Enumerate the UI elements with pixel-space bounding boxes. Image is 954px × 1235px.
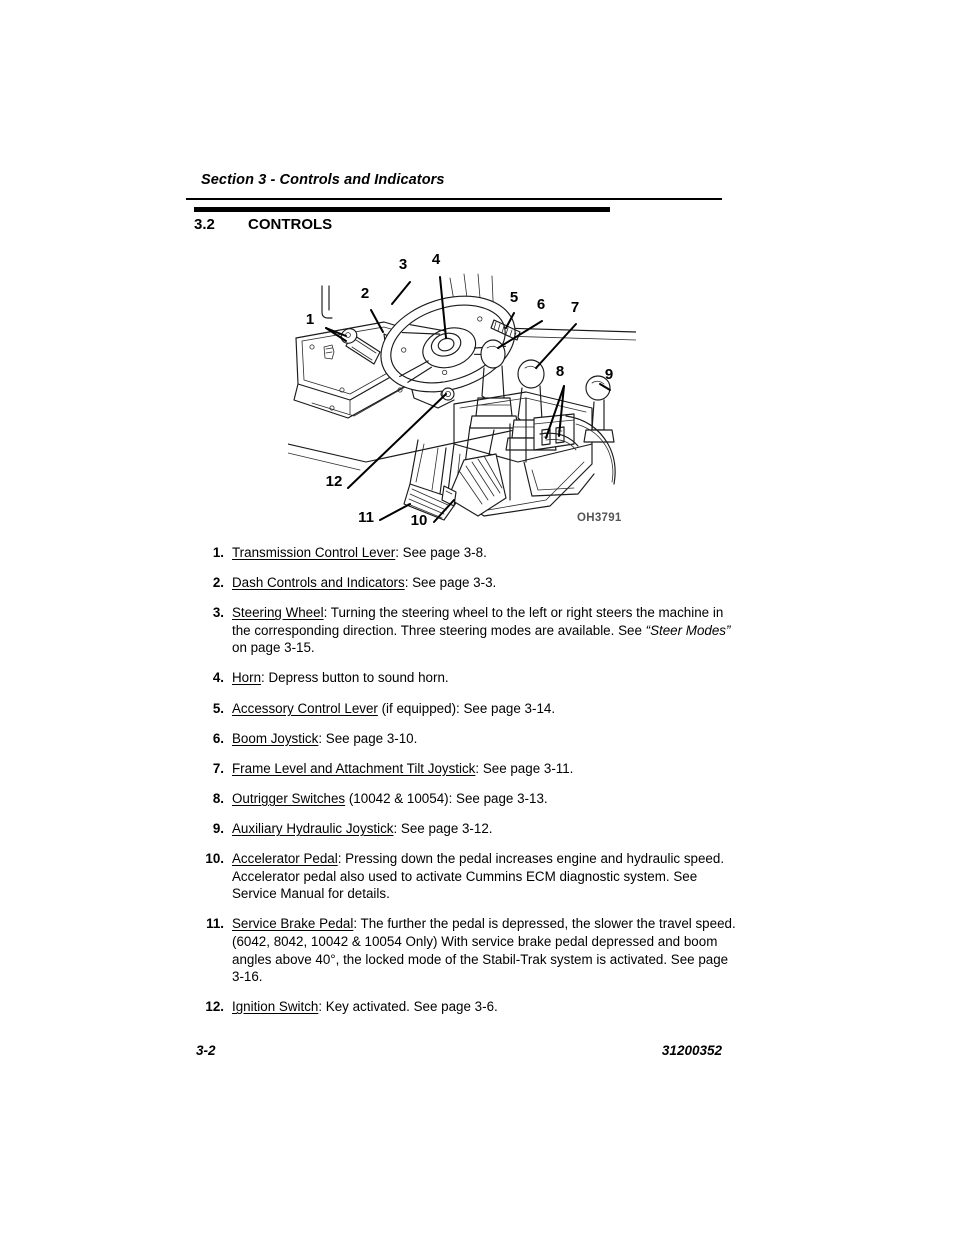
control-term: Boom Joystick	[232, 730, 319, 746]
list-marker: 12.	[205, 999, 224, 1015]
control-term: Auxiliary Hydraulic Joystick	[232, 820, 394, 836]
footer-page-number: 3-2	[196, 1043, 216, 1058]
operator-cab-controls-illustration: 1 2 3 4 5 6 7 8 9 10 11 12	[288, 248, 636, 540]
list-item-text: Dash Controls and Indicators: See page 3…	[232, 574, 736, 592]
list-item: 1. Transmission Control Lever: See page …	[196, 544, 736, 562]
control-description: : Depress button to sound horn.	[261, 670, 449, 686]
callout-11: 11	[358, 509, 374, 526]
list-item: 8. Outrigger Switches (10042 & 10054): S…	[196, 790, 736, 808]
control-description: : See page 3-12.	[393, 820, 493, 836]
list-item: 11. Service Brake Pedal: The further the…	[196, 915, 736, 985]
control-description: : Key activated. See page 3-6.	[318, 999, 498, 1015]
callout-9: 9	[605, 366, 613, 383]
control-description: : The further the pedal is depressed, th…	[353, 916, 736, 932]
control-paragraph-extra: Accelerator pedal also used to activate …	[232, 868, 698, 902]
control-term: Accessory Control Lever	[232, 700, 378, 716]
control-term: Dash Controls and Indicators	[232, 575, 405, 591]
callout-1: 1	[306, 311, 314, 328]
callout-5: 5	[510, 289, 518, 306]
list-item-text: Boom Joystick: See page 3-10.	[232, 730, 736, 748]
control-reference-tail: on page 3-15.	[232, 640, 315, 656]
control-term: Transmission Control Lever	[232, 545, 396, 560]
list-marker: 8.	[212, 790, 224, 806]
control-term: Horn	[232, 670, 262, 686]
figure-id-label: OH3791	[577, 512, 622, 524]
callout-12: 12	[326, 473, 343, 490]
control-term: Outrigger Switches	[232, 790, 346, 806]
list-item: 6. Boom Joystick: See page 3-10.	[196, 730, 736, 748]
list-marker: 2.	[212, 575, 224, 591]
section-heading: 3.2 CONTROLS	[194, 216, 332, 233]
list-item: 3. Steering Wheel: Turning the steering …	[196, 604, 736, 657]
controls-list: 1. Transmission Control Lever: See page …	[196, 544, 736, 1028]
control-term: Service Brake Pedal	[232, 916, 354, 932]
list-marker: 11.	[206, 916, 224, 932]
list-item-text: Outrigger Switches (10042 & 10054): See …	[232, 790, 736, 808]
control-description: : Pressing down the pedal increases engi…	[337, 851, 725, 867]
callout-7: 7	[571, 299, 579, 316]
callout-3: 3	[399, 256, 407, 273]
control-paragraph: Service Brake Pedal: The further the ped…	[232, 915, 736, 933]
control-description: (10042 & 10054): See page 3-13.	[345, 790, 548, 806]
footer-document-number: 31200352	[661, 1043, 722, 1058]
list-item-text: Transmission Control Lever: See page 3-8…	[232, 544, 736, 562]
callout-4: 4	[432, 251, 441, 268]
header-rule-thin	[186, 198, 722, 200]
list-item-text: Auxiliary Hydraulic Joystick: See page 3…	[232, 820, 736, 838]
control-term: Steering Wheel	[232, 605, 324, 621]
list-item-text: Accessory Control Lever (if equipped): S…	[232, 700, 736, 718]
section-number: 3.2	[194, 216, 215, 233]
callout-6: 6	[537, 296, 545, 313]
list-marker: 7.	[212, 760, 224, 776]
list-item-text: Frame Level and Attachment Tilt Joystick…	[232, 760, 736, 778]
list-marker: 4.	[212, 670, 224, 686]
control-term: Ignition Switch	[232, 999, 319, 1015]
callout-10: 10	[411, 512, 428, 529]
control-description: : See page 3-8.	[395, 545, 487, 560]
control-paragraph: Accelerator Pedal: Pressing down the ped…	[232, 850, 736, 868]
list-item: 5. Accessory Control Lever (if equipped)…	[196, 700, 736, 718]
list-item: 2. Dash Controls and Indicators: See pag…	[196, 574, 736, 592]
control-description: : See page 3-3.	[404, 575, 497, 591]
control-description: (if equipped): See page 3-14.	[377, 700, 556, 716]
list-item: 4. Horn: Depress button to sound horn.	[196, 669, 736, 687]
list-marker: 6.	[212, 730, 224, 746]
control-description: : See page 3-10.	[318, 730, 418, 746]
control-paragraph-extra: (6042, 8042, 10042 & 10054 Only) With se…	[232, 933, 729, 985]
list-item: 10. Accelerator Pedal: Pressing down the…	[196, 850, 736, 903]
callout-2: 2	[361, 285, 369, 302]
running-header-title: Section 3 - Controls and Indicators	[201, 172, 445, 188]
control-term: Accelerator Pedal	[232, 851, 338, 867]
list-marker: 9.	[212, 820, 224, 836]
list-item-text: Steering Wheel: Turning the steering whe…	[232, 604, 736, 657]
list-item-text: Accelerator Pedal: Pressing down the ped…	[232, 850, 736, 903]
section-title: CONTROLS	[248, 216, 333, 233]
list-item-text: Service Brake Pedal: The further the ped…	[232, 915, 736, 985]
control-reference-title: “Steer Modes”	[645, 622, 731, 638]
list-item: 12. Ignition Switch: Key activated. See …	[196, 998, 736, 1016]
list-marker: 3.	[212, 605, 224, 621]
callout-8: 8	[556, 363, 564, 380]
control-description: : See page 3-11.	[475, 760, 574, 776]
list-item-text: Horn: Depress button to sound horn.	[232, 669, 736, 687]
list-marker: 5.	[212, 700, 224, 716]
header-rule-thick	[194, 207, 610, 212]
list-marker: 10.	[205, 851, 224, 867]
list-marker: 1.	[212, 545, 224, 560]
list-item-text: Ignition Switch: Key activated. See page…	[232, 998, 736, 1016]
list-item: 7. Frame Level and Attachment Tilt Joyst…	[196, 760, 736, 778]
manual-page: Section 3 - Controls and Indicators 3.2 C…	[0, 0, 954, 1235]
list-item: 9. Auxiliary Hydraulic Joystick: See pag…	[196, 820, 736, 838]
control-term: Frame Level and Attachment Tilt Joystick	[232, 760, 476, 776]
